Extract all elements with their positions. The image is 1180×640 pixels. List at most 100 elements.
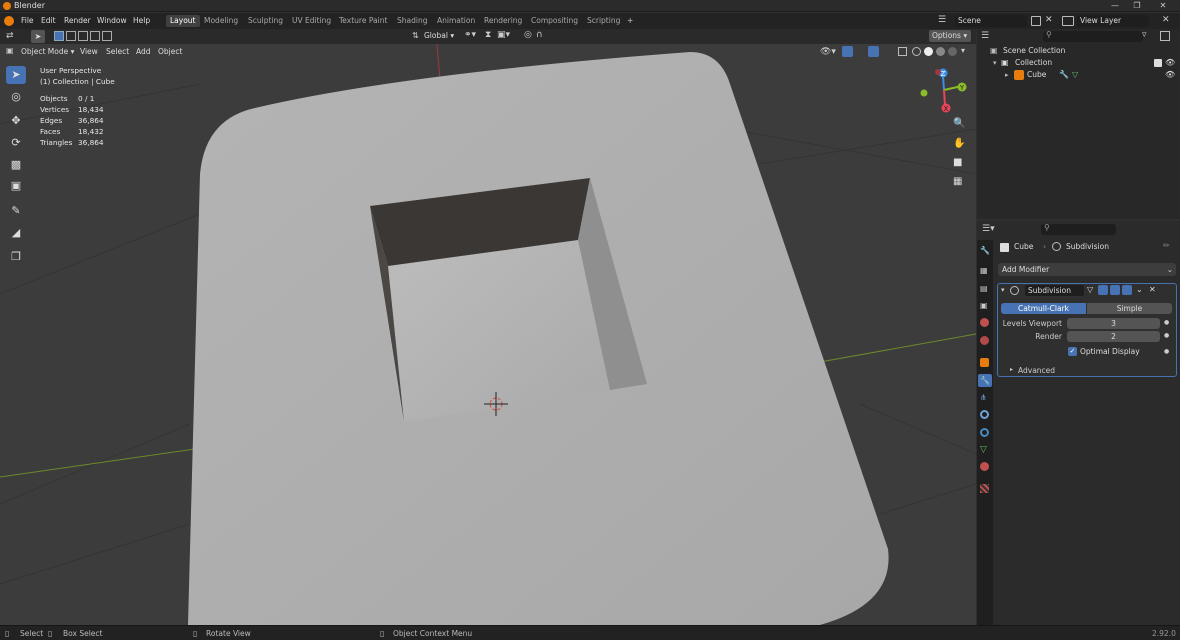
select-tool-icon[interactable]: ➤ xyxy=(31,30,45,43)
view-layer-icon[interactable] xyxy=(1062,16,1074,26)
rendered-shading-icon[interactable] xyxy=(948,47,957,56)
scene-tab-icon[interactable] xyxy=(980,318,989,327)
transform-tool-icon[interactable]: ▣ xyxy=(6,177,26,195)
cube-visibility-icon[interactable]: 👁 xyxy=(1165,69,1175,81)
remove-modifier-icon[interactable]: ✕ xyxy=(1149,285,1156,294)
exclude-checkbox-icon[interactable] xyxy=(1154,59,1162,67)
expand-arrow-icon[interactable]: ▸ xyxy=(1005,69,1009,81)
visibility-icon[interactable]: 👁▾ xyxy=(820,47,836,57)
properties-editor-icon[interactable]: ☰▾ xyxy=(982,224,995,234)
viewport-display-icon[interactable] xyxy=(1110,285,1120,295)
camera-view-icon[interactable]: ■ xyxy=(953,157,962,168)
select-extend-icon[interactable] xyxy=(66,31,76,41)
menu-render[interactable]: Render xyxy=(61,15,94,27)
optimal-keyframe-dot-icon[interactable]: ● xyxy=(1164,348,1169,355)
object-tab-icon[interactable] xyxy=(980,358,989,367)
render-tab-icon[interactable]: ▦ xyxy=(980,266,988,275)
collapse-arrow-icon[interactable]: ▾ xyxy=(993,57,997,69)
perspective-grid-icon[interactable]: ▦ xyxy=(953,176,962,187)
advanced-subpanel-header[interactable]: Advanced xyxy=(1018,366,1055,375)
editor-type-icon[interactable]: ⇄ xyxy=(6,31,14,41)
menu-add[interactable]: Add xyxy=(133,46,154,58)
scene-icon[interactable]: ☰ xyxy=(938,15,950,27)
material-tab-icon[interactable] xyxy=(980,462,989,471)
view-layer-tab-icon[interactable]: ▣ xyxy=(980,301,988,310)
gizmo-neg-y-icon[interactable] xyxy=(920,89,928,97)
xray-icon[interactable] xyxy=(898,47,907,56)
tab-texture-paint[interactable]: Texture Paint xyxy=(335,15,391,27)
particles-tab-icon[interactable]: ⋔ xyxy=(980,393,987,402)
outliner-row-scene-collection[interactable]: ▣ Scene Collection xyxy=(977,45,1180,57)
menu-select[interactable]: Select xyxy=(103,46,132,58)
transform-orientation-dropdown[interactable]: Global ▾ xyxy=(421,30,457,42)
3d-viewport[interactable]: ▣ Object Mode ▾ View Select Add Object 👁… xyxy=(0,44,976,625)
select-box-tool-icon[interactable]: ➤ xyxy=(6,66,26,84)
menu-edit[interactable]: Edit xyxy=(38,15,59,27)
modifier-wrench-icon[interactable]: 🔧 xyxy=(1059,69,1069,81)
material-shading-icon[interactable] xyxy=(936,47,945,56)
tab-rendering[interactable]: Rendering xyxy=(480,15,526,27)
wireframe-shading-icon[interactable] xyxy=(912,47,921,56)
tab-modeling[interactable]: Modeling xyxy=(200,15,242,27)
tab-layout[interactable]: Layout xyxy=(166,15,200,27)
gizmo-neg-x-icon[interactable] xyxy=(935,69,941,75)
solid-shading-icon[interactable] xyxy=(924,47,933,56)
remove-scene-icon[interactable]: ✕ xyxy=(1045,15,1053,25)
tab-sculpting[interactable]: Sculpting xyxy=(244,15,287,27)
outliner-search-input[interactable]: ⚲ xyxy=(1043,30,1143,42)
output-tab-icon[interactable]: ▤ xyxy=(980,284,988,293)
options-dropdown[interactable]: Options ▾ xyxy=(929,30,971,42)
zoom-icon[interactable]: 🔍 xyxy=(953,118,965,129)
advanced-expand-icon[interactable]: ▸ xyxy=(1010,366,1013,373)
menu-file[interactable]: File xyxy=(18,15,37,27)
menu-view[interactable]: View xyxy=(77,46,101,58)
texture-tab-icon[interactable] xyxy=(980,484,989,493)
modifier-tab-icon[interactable]: 🔧 xyxy=(978,374,992,387)
measure-tool-icon[interactable]: ◢ xyxy=(6,224,26,242)
view-layer-selector[interactable]: View Layer xyxy=(1077,15,1149,27)
tab-compositing[interactable]: Compositing xyxy=(527,15,582,27)
properties-search-input[interactable]: ⚲ xyxy=(1041,223,1116,235)
blender-menu-icon[interactable] xyxy=(4,16,14,26)
outliner-row-cube[interactable]: ▸ Cube 🔧 ▽ 👁 xyxy=(977,69,1180,81)
render-levels-field[interactable]: 2 xyxy=(1067,331,1160,342)
add-workspace-button[interactable]: + xyxy=(623,15,637,27)
rotate-tool-icon[interactable]: ⟳ xyxy=(6,134,26,152)
modifier-collapse-icon[interactable]: ▾ xyxy=(1001,286,1005,294)
tab-animation[interactable]: Animation xyxy=(433,15,479,27)
tool-tab-icon[interactable]: 🔧 xyxy=(980,246,990,255)
tab-scripting[interactable]: Scripting xyxy=(583,15,624,27)
catmull-clark-option[interactable]: Catmull-Clark xyxy=(1001,303,1086,314)
overlay-toggle-icon[interactable] xyxy=(868,46,879,57)
keyframe-dot-icon[interactable]: ● xyxy=(1164,319,1169,326)
simple-option[interactable]: Simple xyxy=(1087,303,1172,314)
proportional-editing-icon[interactable]: ◎ xyxy=(524,30,532,40)
select-invert-icon[interactable] xyxy=(90,31,100,41)
move-tool-icon[interactable]: ✥ xyxy=(6,112,26,130)
modifier-name-input[interactable]: Subdivision xyxy=(1025,285,1084,296)
menu-help[interactable]: Help xyxy=(130,15,153,27)
minimize-icon[interactable]: — xyxy=(1104,0,1126,12)
pivot-point-icon[interactable]: ⚭▾ xyxy=(464,30,476,40)
levels-viewport-field[interactable]: 3 xyxy=(1067,318,1160,329)
scale-tool-icon[interactable]: ▩ xyxy=(6,156,26,174)
annotate-tool-icon[interactable]: ✎ xyxy=(6,202,26,220)
new-collection-icon[interactable] xyxy=(1160,31,1170,41)
proportional-falloff-icon[interactable]: ∩ xyxy=(536,30,543,40)
outliner-editor-icon[interactable]: ☰ xyxy=(981,31,989,41)
gizmo-toggle-icon[interactable] xyxy=(842,46,853,57)
close-icon[interactable]: ✕ xyxy=(1152,0,1174,12)
remove-view-layer-icon[interactable]: ✕ xyxy=(1162,15,1170,25)
shading-options-icon[interactable]: ▾ xyxy=(961,46,965,55)
outliner-row-collection[interactable]: ▾ ▣ Collection 👁 xyxy=(977,57,1180,69)
edit-mode-cage-icon[interactable]: ▽ xyxy=(1087,285,1093,294)
collection-visibility-icon[interactable]: 👁 xyxy=(1165,57,1175,69)
select-subtract-icon[interactable] xyxy=(78,31,88,41)
menu-window[interactable]: Window xyxy=(94,15,130,27)
navigation-gizmo[interactable]: Z Y X xyxy=(916,66,970,116)
render-display-icon[interactable] xyxy=(1122,285,1132,295)
add-cube-tool-icon[interactable]: ❐ xyxy=(6,248,26,266)
physics-tab-icon[interactable] xyxy=(980,410,989,419)
constraints-tab-icon[interactable] xyxy=(980,428,989,437)
snap-target-icon[interactable]: ▣▾ xyxy=(497,30,510,40)
